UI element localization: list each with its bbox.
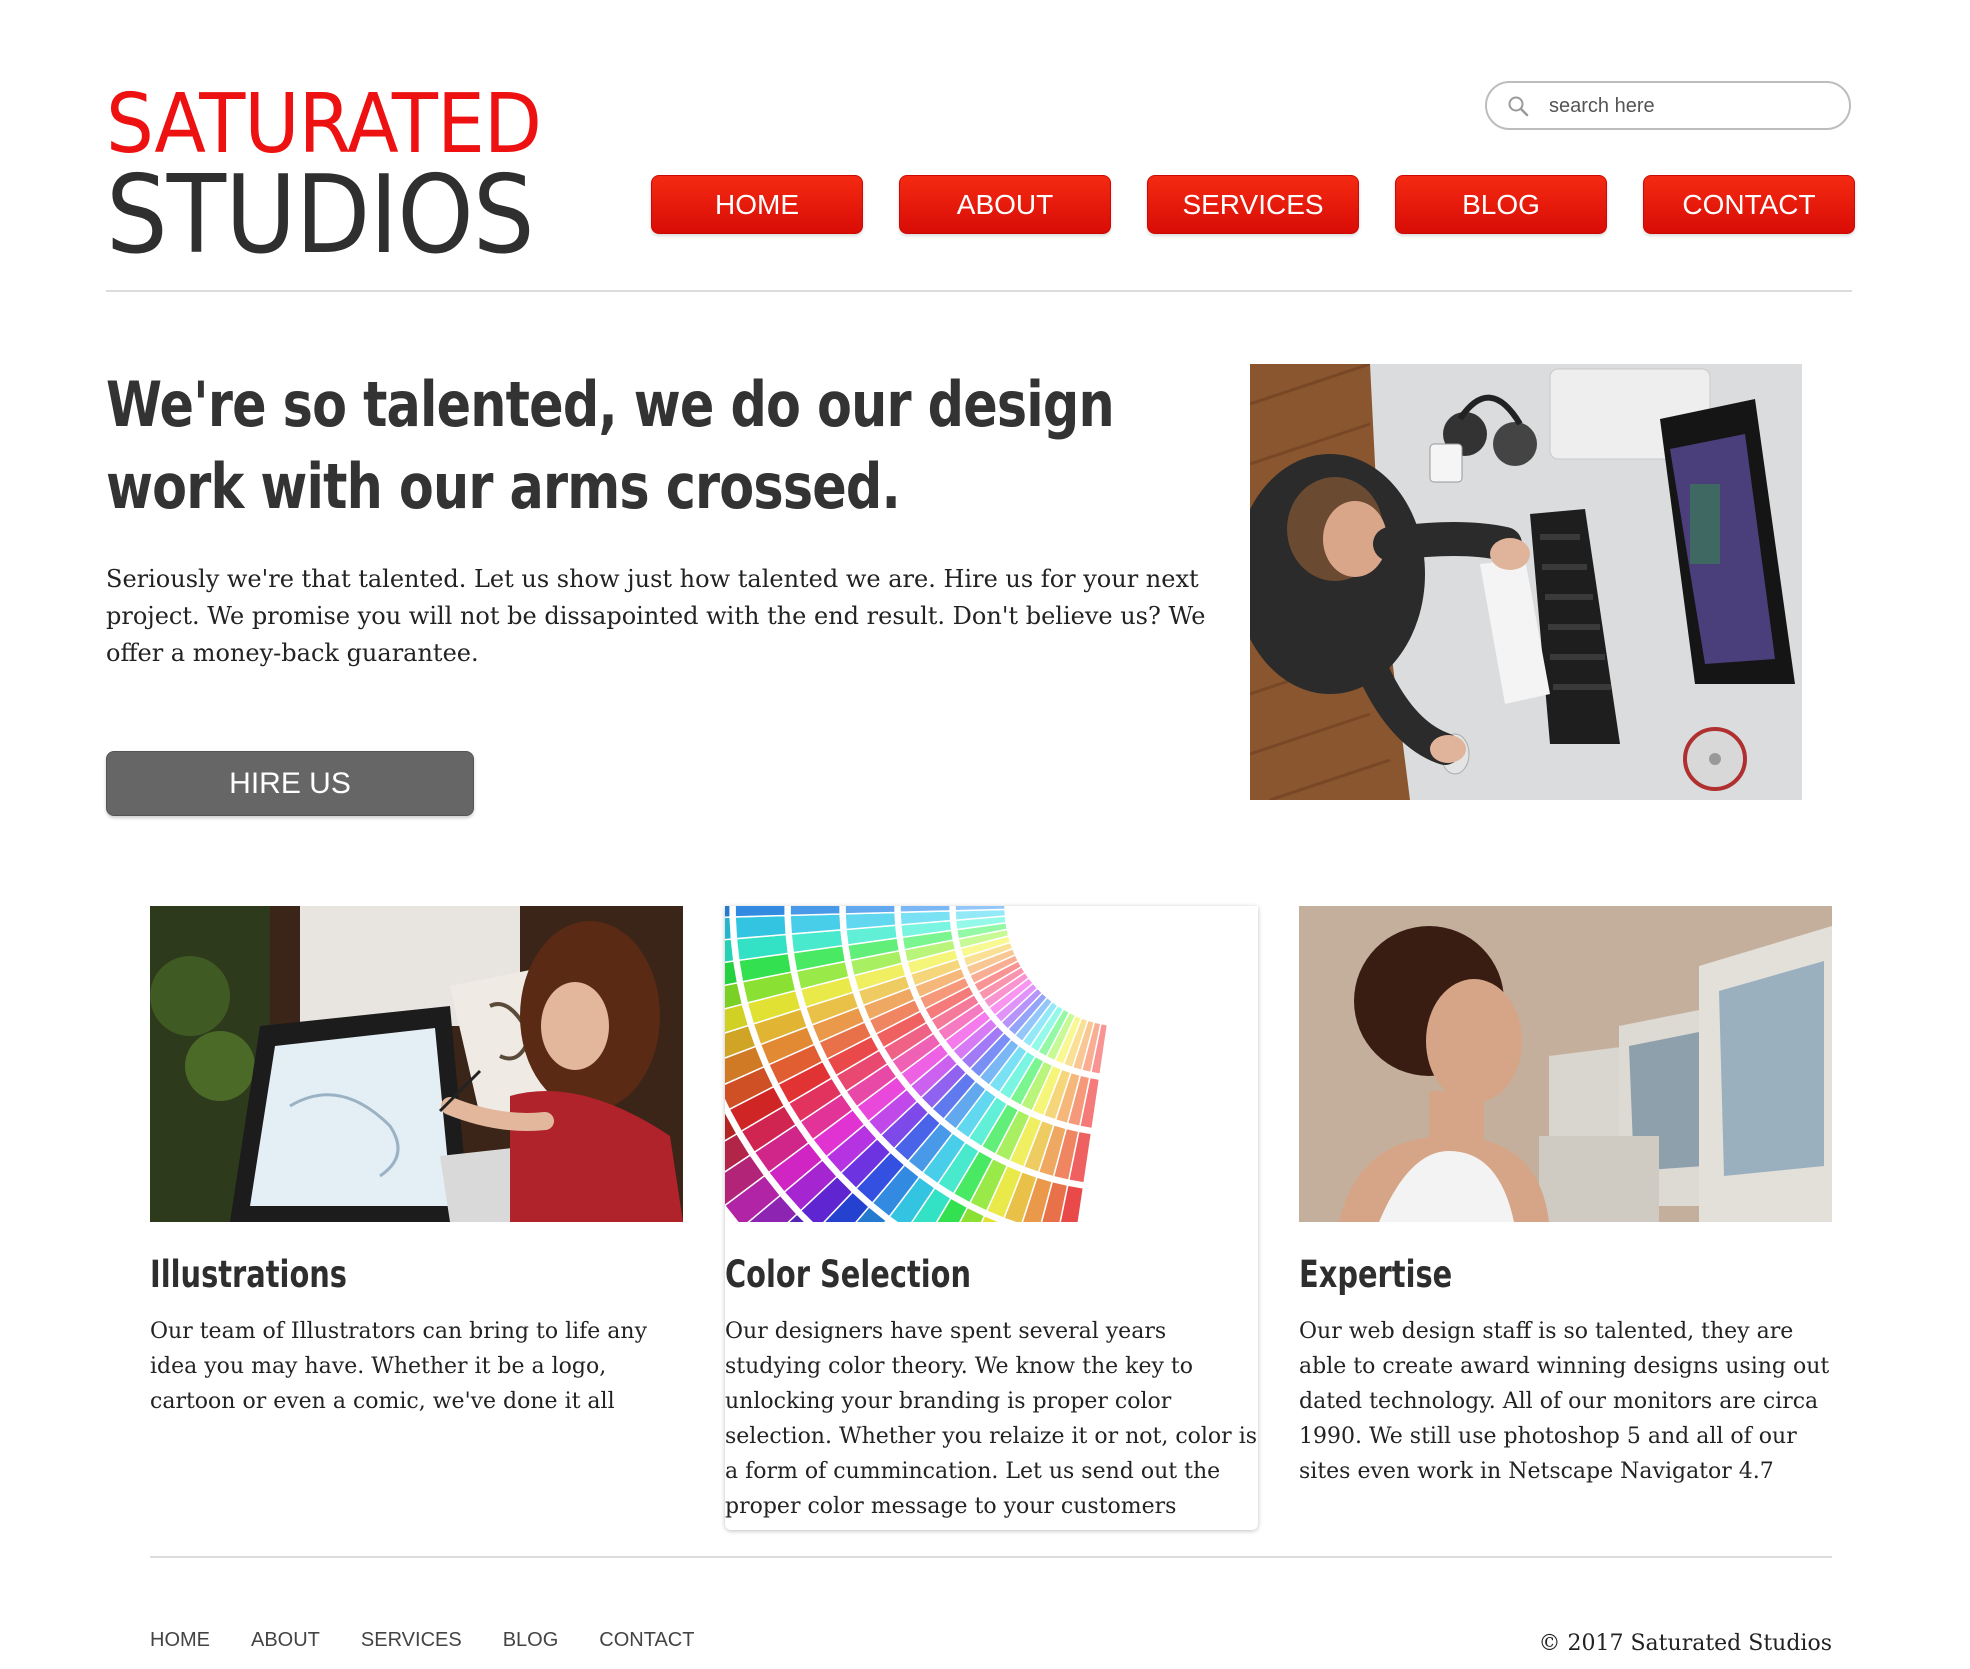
color-swatch-fan-art [725,906,1258,1222]
swatch-strip [725,916,733,941]
feature-card-illustrations: Illustrations Our team of Illustrators c… [150,906,683,1419]
swatch-strip [734,914,787,940]
hero-paragraph: Seriously we're that talented. Let us sh… [106,565,1206,667]
hero-photo-illustration [1250,364,1802,800]
illustrations-photo-art [150,906,683,1222]
swatch-strip [789,913,842,935]
footer-link-contact[interactable]: CONTACT [599,1629,694,1652]
search-box [1485,81,1851,130]
expertise-photo-art [1299,906,1832,1222]
logo-line-studios: STUDIOS [106,153,535,278]
feature-title: Illustrations [150,1253,347,1296]
footer-nav: HOME ABOUT SERVICES BLOG CONTACT [150,1629,735,1652]
feature-title: Color Selection [725,1253,972,1296]
search-input[interactable] [1549,91,1839,121]
site-logo[interactable]: SATURATED STUDIOS [106,84,581,278]
footer-divider [150,1556,1832,1558]
feature-text: Our team of Illustrators can bring to li… [150,1319,648,1414]
nav-home-button[interactable]: HOME [651,175,863,234]
footer-link-blog[interactable]: BLOG [503,1629,559,1652]
header-divider [106,290,1852,292]
swatch-strip [789,906,841,917]
feature-title: Expertise [1299,1253,1453,1296]
nav-about-button[interactable]: ABOUT [899,175,1111,234]
nav-services-button[interactable]: SERVICES [1147,175,1359,234]
footer-link-about[interactable]: ABOUT [251,1629,320,1652]
hero-photo-designer-at-desk [1250,364,1802,800]
main-nav: HOME ABOUT SERVICES BLOG CONTACT [651,175,1855,234]
hire-us-button[interactable]: HIRE US [106,751,474,816]
swatch-strip [899,906,951,914]
expertise-photo [1299,906,1832,1222]
color-selection-photo [725,906,1258,1222]
swatch-strip [844,906,896,915]
hero-heading: We're so talented, we do our design work… [106,368,1115,523]
copyright-text: © 2017 Saturated Studios [1538,1631,1832,1656]
swatch-strip [954,906,1006,912]
feature-card-color-selection: Color Selection Our designers have spent… [725,906,1258,1530]
feature-text: Our web design staff is so talented, the… [1299,1319,1830,1484]
swatch-strip [725,906,731,918]
footer-link-services[interactable]: SERVICES [361,1629,462,1652]
footer-link-home[interactable]: HOME [150,1629,210,1652]
feature-card-expertise: Expertise Our web design staff is so tal… [1299,906,1832,1489]
nav-blog-button[interactable]: BLOG [1395,175,1607,234]
illustrations-photo [150,906,683,1222]
nav-contact-button[interactable]: CONTACT [1643,175,1855,234]
feature-text: Our designers have spent several years s… [725,1319,1258,1519]
search-icon[interactable] [1507,95,1529,117]
swatch-strip [734,906,786,918]
